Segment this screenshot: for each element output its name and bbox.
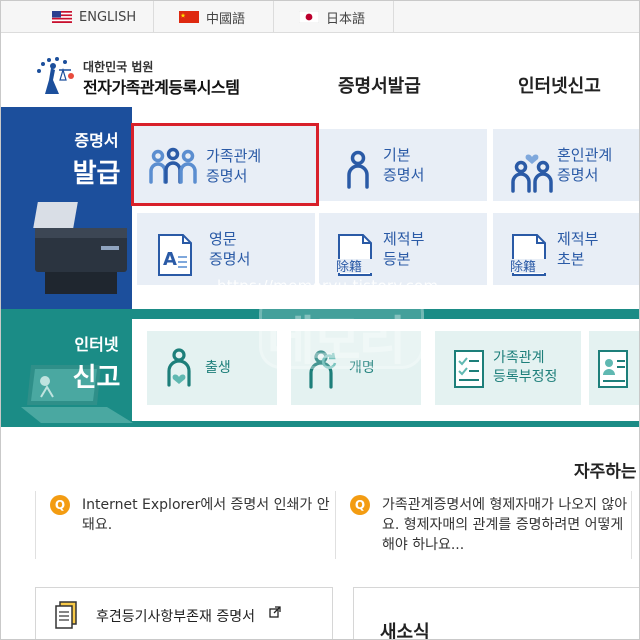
removed-register-icon: 除籍 [509, 234, 555, 276]
watermark-text: 메모리 [267, 312, 407, 372]
card-label-line2: 초본 [557, 250, 585, 268]
lang-label: 中國語 [206, 11, 246, 27]
page-frame: ENGLISH 中國語 日本語 대한민국 법원 전자가족관계등록시스템 증명서발… [0, 0, 640, 640]
card-label-line1: 혼인관계 [557, 146, 613, 164]
watermark-url: https://memoryu.tistory.com [217, 277, 439, 295]
card-birth-report[interactable]: 출생 [147, 331, 277, 405]
icon-text: 除籍 [336, 259, 362, 275]
china-flag-icon [179, 11, 199, 23]
removed-register-icon: 除籍 [335, 234, 381, 276]
court-logo-icon[interactable] [33, 56, 79, 98]
card-basic-certificate[interactable]: 기본 증명서 [319, 129, 487, 201]
checklist-icon [454, 350, 484, 388]
question-badge-icon: Q [50, 495, 70, 515]
card-family-relation-certificate[interactable]: 가족관계 증명서 [131, 123, 319, 206]
card-label-line1: 기본 [383, 146, 411, 164]
us-flag-icon [52, 11, 72, 23]
faq-question-text: 가족관계증명서에 형제자매가 나오지 않아요. 형제자매의 관계를 증명하려면 … [382, 497, 628, 553]
person-icon [347, 150, 369, 189]
card-label-line2: 증명서 [209, 250, 251, 268]
system-name[interactable]: 전자가족관계등록시스템 [83, 74, 240, 98]
id-card-icon [598, 350, 628, 388]
language-bar: ENGLISH 中國語 日本語 [1, 1, 639, 33]
nav-internet-report[interactable]: 인터넷신고 [518, 72, 601, 98]
section-title-big: 발급 [72, 159, 121, 189]
section-title-small: 인터넷 [74, 335, 119, 354]
lang-english-link[interactable]: ENGLISH [34, 1, 154, 33]
faq-divider [631, 491, 632, 559]
card-label-line2: 등록부정정 [493, 369, 558, 385]
document-icon [55, 601, 77, 629]
card-label-line1: 제적부 [557, 230, 599, 248]
lang-chinese-link[interactable]: 中國語 [154, 1, 274, 33]
card-removed-register-extract[interactable]: 除籍 제적부 초본 [493, 213, 639, 285]
card-english-certificate[interactable]: A 영문 증명서 [137, 213, 315, 285]
japan-flag-icon [299, 11, 319, 23]
org-name: 대한민국 법원 [83, 60, 154, 74]
question-badge-icon: Q [350, 495, 370, 515]
card-register-correction[interactable]: 가족관계 등록부정정 [435, 331, 581, 405]
svg-text:A: A [163, 249, 177, 270]
printer-illustration-icon [33, 202, 127, 294]
report-section-title: 인터넷 신고 [59, 331, 134, 394]
news-box: 새소식 [353, 587, 639, 639]
lang-label: 日本語 [326, 11, 366, 27]
lang-label: ENGLISH [79, 9, 137, 25]
link-label: 후견등기사항부존재 증명서 [96, 609, 256, 625]
icon-text: 除籍 [510, 259, 536, 275]
card-marriage-certificate[interactable]: 혼인관계 증명서 [493, 129, 639, 201]
birth-icon [167, 348, 191, 387]
card-id-report[interactable] [589, 331, 639, 405]
card-label-line2: 증명서 [206, 167, 248, 185]
news-title[interactable]: 새소식 [380, 618, 430, 639]
card-label-line1: 제적부 [383, 230, 425, 248]
card-label-line1: 가족관계 [493, 350, 545, 366]
family-icon [149, 147, 197, 184]
faq-title: 자주하는 [574, 462, 637, 482]
card-removed-register-copy[interactable]: 除籍 제적부 등본 [319, 213, 487, 285]
faq-item[interactable]: Q Internet Explorer에서 증명서 인쇄가 안돼요. [35, 491, 343, 559]
guardianship-certificate-link[interactable]: 후견등기사항부존재 증명서 [35, 587, 333, 639]
card-label-line2: 증명서 [383, 166, 425, 184]
site-header: 대한민국 법원 전자가족관계등록시스템 증명서발급 인터넷신고 [1, 34, 639, 107]
card-label-line2: 증명서 [557, 166, 599, 184]
lang-japanese-link[interactable]: 日本語 [274, 1, 394, 33]
english-document-icon: A [158, 234, 192, 276]
section-title-small: 증명서 [74, 131, 119, 150]
external-link-icon [269, 606, 281, 618]
faq-item[interactable]: Q 가족관계증명서에 형제자매가 나오지 않아요. 형제자매의 관계를 증명하려… [335, 491, 633, 559]
card-label-line1: 출생 [205, 360, 231, 376]
section-title-big: 신고 [72, 363, 121, 393]
faq-question-text: Internet Explorer에서 증명서 인쇄가 안돼요. [82, 497, 330, 533]
card-label-line1: 가족관계 [206, 147, 262, 165]
certificate-section-title: 증명서 발급 [59, 127, 134, 190]
couple-heart-icon [511, 154, 553, 193]
card-label-line2: 등본 [383, 250, 411, 268]
card-label-line1: 영문 [209, 230, 237, 248]
nav-certificate-issue[interactable]: 증명서발급 [338, 72, 421, 98]
